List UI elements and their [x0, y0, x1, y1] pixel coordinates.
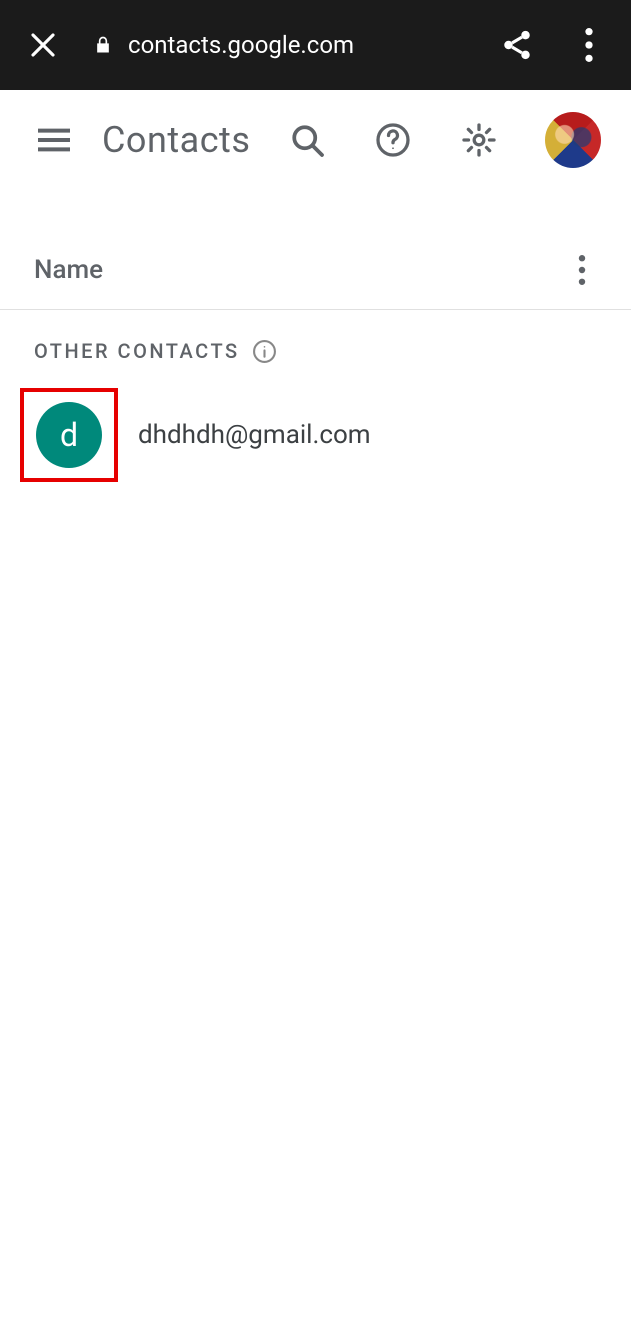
share-icon[interactable]	[499, 27, 535, 63]
close-icon[interactable]	[28, 30, 58, 60]
section-label: OTHER CONTACTS	[34, 339, 240, 363]
contact-avatar[interactable]: d	[36, 402, 102, 468]
search-icon[interactable]	[287, 120, 327, 160]
section-header: OTHER CONTACTS	[0, 310, 631, 382]
profile-avatar[interactable]	[545, 112, 601, 168]
list-more-icon[interactable]	[567, 250, 597, 290]
contact-initial: d	[60, 416, 78, 454]
column-name-label: Name	[34, 255, 567, 285]
settings-icon[interactable]	[459, 120, 499, 160]
menu-icon[interactable]	[36, 122, 72, 158]
app-header: Contacts	[0, 90, 631, 190]
contact-email: dhdhdh@gmail.com	[138, 420, 371, 450]
browser-more-icon[interactable]	[575, 27, 603, 63]
contact-avatar-highlight: d	[20, 388, 118, 482]
page-title: Contacts	[102, 119, 287, 161]
browser-bar: contacts.google.com	[0, 0, 631, 90]
contact-row[interactable]: d dhdhdh@gmail.com	[0, 382, 631, 488]
list-header-row: Name	[0, 230, 631, 310]
lock-icon	[92, 34, 114, 56]
info-icon[interactable]	[252, 338, 278, 364]
help-icon[interactable]	[373, 120, 413, 160]
url-text[interactable]: contacts.google.com	[128, 31, 499, 59]
